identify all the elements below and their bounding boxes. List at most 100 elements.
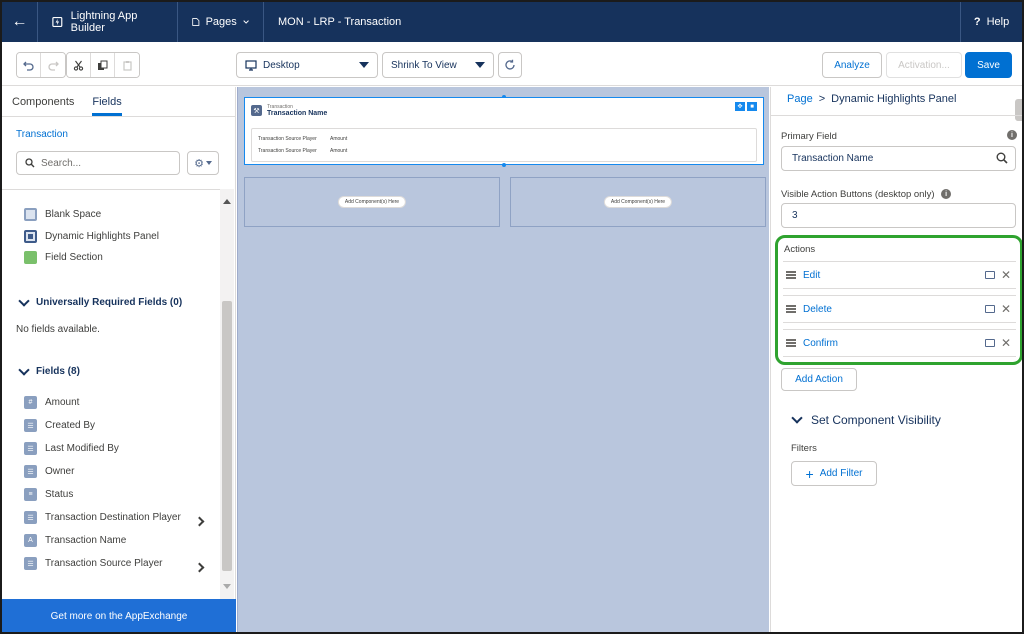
redo-button[interactable] (41, 53, 65, 77)
lightning-builder-icon (52, 16, 63, 28)
move-icon[interactable]: ✥ (735, 102, 745, 111)
question-icon: ? (973, 16, 981, 28)
close-icon[interactable]: ✕ (1001, 268, 1011, 282)
object-link[interactable]: Transaction (16, 129, 68, 140)
copy-button[interactable] (91, 53, 115, 77)
filters-label: Filters (791, 443, 817, 454)
refresh-button[interactable] (498, 52, 522, 78)
action-item-delete[interactable]: Delete ✕ (783, 295, 1016, 323)
delete-icon[interactable]: ■ (747, 102, 757, 111)
caret-down-icon (475, 62, 485, 68)
arrow-left-icon: ← (11, 13, 28, 30)
primary-field-input[interactable]: Transaction Name (781, 146, 1016, 171)
global-header: ← Lightning App Builder Pages MON - LRP … (2, 2, 1022, 42)
drag-handle-icon[interactable] (786, 339, 796, 347)
info-icon[interactable]: i (1007, 130, 1017, 140)
left-panel: Components Fields Transaction Search... … (2, 87, 236, 632)
device-select[interactable]: Desktop (236, 52, 378, 78)
action-item-edit[interactable]: Edit ✕ (783, 261, 1016, 289)
undo-redo-group (16, 52, 66, 78)
highlight-fields: Transaction Source Player Amount Transac… (251, 128, 757, 162)
field-created-by[interactable]: ☰ Created By (24, 419, 95, 432)
field-transaction-destination-player[interactable]: ☰ Transaction Destination Player (24, 511, 181, 524)
zoom-select[interactable]: Shrink To View (382, 52, 494, 78)
chevron-right-icon[interactable] (194, 516, 205, 527)
device-icon[interactable] (985, 305, 995, 313)
collapse-panel-button[interactable] (1015, 99, 1022, 121)
drag-handle-icon[interactable] (786, 271, 796, 279)
scroll-thumb[interactable] (222, 301, 232, 571)
add-action-button[interactable]: Add Action (781, 368, 857, 391)
scroll-down-icon[interactable] (223, 584, 231, 589)
drag-handle-icon[interactable] (786, 305, 796, 313)
fields-header[interactable]: Fields (8) (18, 363, 80, 377)
actions-label: Actions (784, 244, 816, 255)
close-icon[interactable]: ✕ (1001, 336, 1011, 350)
search-input[interactable]: Search... (16, 151, 180, 175)
field-transaction-source-player[interactable]: ☰ Transaction Source Player (24, 557, 162, 570)
drop-region-right[interactable]: Add Component(s) Here (510, 177, 766, 227)
field-transaction-name[interactable]: A Transaction Name (24, 534, 126, 547)
activation-button[interactable]: Activation... (886, 52, 962, 78)
lookup-field-icon: ☰ (24, 511, 37, 524)
close-icon[interactable]: ✕ (1001, 302, 1011, 316)
component-field-section[interactable]: Field Section (24, 251, 103, 264)
left-scrollbar[interactable] (220, 189, 234, 599)
tab-fields[interactable]: Fields (92, 87, 122, 116)
required-fields-header[interactable]: Universally Required Fields (0) (18, 294, 182, 308)
dynamic-highlights-panel-preview[interactable]: ⚒ Transaction Transaction Name ✥ ■ Trans… (244, 97, 764, 165)
visible-action-buttons-input[interactable]: 3 (781, 203, 1016, 228)
tab-components[interactable]: Components (12, 87, 74, 116)
field-status[interactable]: ≡ Status (24, 488, 73, 501)
breadcrumb-separator: > (818, 93, 826, 105)
page-title: MON - LRP - Transaction (278, 16, 402, 28)
back-button[interactable]: ← (2, 2, 38, 42)
save-button[interactable]: Save (965, 52, 1012, 78)
scroll-up-icon[interactable] (223, 199, 231, 204)
resize-handle[interactable] (502, 163, 506, 167)
appexchange-link[interactable]: Get more on the AppExchange (2, 599, 236, 632)
component-dynamic-highlights-panel[interactable]: Dynamic Highlights Panel (24, 230, 159, 243)
lookup-field-icon: ☰ (24, 557, 37, 570)
caret-down-icon (359, 62, 369, 68)
drop-region-left[interactable]: Add Component(s) Here (244, 177, 500, 227)
component-visibility-header[interactable]: Set Component Visibility (791, 412, 941, 427)
analyze-button[interactable]: Analyze (822, 52, 882, 78)
chevron-down-icon (18, 363, 30, 376)
add-filter-button[interactable]: + Add Filter (791, 461, 877, 486)
add-component-here[interactable]: Add Component(s) Here (603, 196, 673, 208)
info-icon[interactable]: i (941, 189, 952, 200)
pages-menu[interactable]: Pages (178, 2, 264, 42)
device-icon[interactable] (985, 271, 995, 279)
caret-down-icon (205, 161, 212, 165)
device-icon[interactable] (985, 339, 995, 347)
chevron-right-icon[interactable] (194, 562, 205, 573)
field-amount[interactable]: # Amount (24, 396, 79, 409)
desktop-icon (245, 59, 257, 71)
divider (771, 115, 1022, 116)
field-last-modified-by[interactable]: ☰ Last Modified By (24, 442, 119, 455)
clipboard-icon (122, 60, 132, 71)
component-blank-space[interactable]: Blank Space (24, 208, 101, 221)
builder-toolbar: Desktop Shrink To View Analyze Activatio… (2, 42, 1022, 86)
action-item-confirm[interactable]: Confirm ✕ (783, 329, 1016, 357)
redo-icon (47, 61, 59, 71)
page-canvas: ⚒ Transaction Transaction Name ✥ ■ Trans… (237, 87, 769, 632)
actions-highlight: Actions Edit ✕ Delete ✕ Confirm ✕ (775, 235, 1022, 365)
add-component-here[interactable]: Add Component(s) Here (337, 196, 407, 208)
lookup-field-icon: ☰ (24, 419, 37, 432)
field-owner[interactable]: ☰ Owner (24, 465, 74, 478)
field-section-icon (24, 251, 37, 264)
settings-menu-button[interactable]: ⚙ (187, 151, 219, 175)
breadcrumb-page[interactable]: Page (787, 93, 813, 105)
undo-button[interactable] (17, 53, 41, 77)
chevron-down-icon (791, 412, 803, 424)
paste-button[interactable] (115, 53, 139, 77)
chevron-down-icon (18, 294, 30, 307)
gear-icon: ⚙ (194, 157, 204, 170)
help-button[interactable]: ? Help (960, 2, 1022, 42)
text-field-icon: A (24, 534, 37, 547)
breadcrumb: Page > Dynamic Highlights Panel (787, 93, 956, 105)
record-name: Transaction Name (267, 110, 328, 117)
cut-button[interactable] (67, 53, 91, 77)
